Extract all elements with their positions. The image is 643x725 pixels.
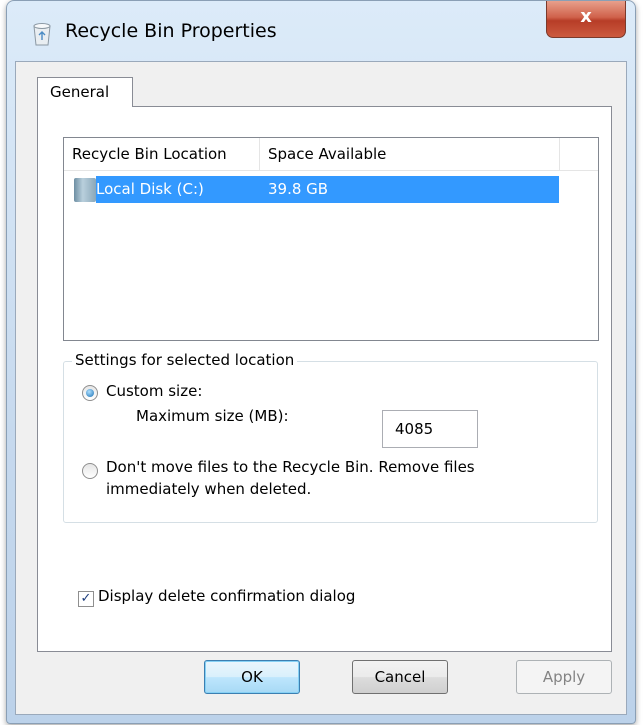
max-size-input[interactable] <box>382 410 478 448</box>
window-title: Recycle Bin Properties <box>65 20 277 42</box>
dialog-window: Recycle Bin Properties x General Recycle… <box>6 0 636 724</box>
settings-group-title: Settings for selected location <box>72 351 298 369</box>
location-list[interactable]: Recycle Bin Location Space Available Loc… <box>63 137 599 341</box>
hard-drive-icon <box>74 178 96 202</box>
list-header: Recycle Bin Location Space Available <box>64 138 598 171</box>
dialog-client-area: General Recycle Bin Location Space Avail… <box>15 61 627 715</box>
column-header-space[interactable]: Space Available <box>260 138 560 170</box>
confirm-delete-checkbox[interactable]: ✓ <box>78 591 94 607</box>
selected-row-highlight: Local Disk (C:) 39.8 GB <box>96 176 559 203</box>
list-item[interactable]: Local Disk (C:) 39.8 GB <box>66 176 559 203</box>
dont-move-radio[interactable] <box>82 463 98 479</box>
cancel-button[interactable]: Cancel <box>352 660 448 694</box>
dont-move-label-line1[interactable]: Don't move files to the Recycle Bin. Rem… <box>106 458 475 476</box>
dont-move-label-line2[interactable]: immediately when deleted. <box>106 480 311 498</box>
tab-general[interactable]: General <box>37 77 133 107</box>
custom-size-radio[interactable] <box>82 385 98 401</box>
apply-button[interactable]: Apply <box>516 660 612 694</box>
column-header-location[interactable]: Recycle Bin Location <box>64 138 260 170</box>
location-cell: Local Disk (C:) <box>96 180 204 198</box>
custom-size-label[interactable]: Custom size: <box>106 382 202 400</box>
space-cell: 39.8 GB <box>268 180 329 198</box>
max-size-label: Maximum size (MB): <box>136 407 289 425</box>
settings-group: Settings for selected location Custom si… <box>63 351 598 523</box>
recycle-bin-icon <box>33 23 51 46</box>
ok-button[interactable]: OK <box>204 660 300 694</box>
general-tab-page: Recycle Bin Location Space Available Loc… <box>37 106 612 652</box>
title-bar[interactable]: Recycle Bin Properties x <box>7 1 635 63</box>
confirm-delete-label[interactable]: Display delete confirmation dialog <box>98 587 355 605</box>
close-button[interactable]: x <box>546 1 626 38</box>
close-icon: x <box>580 6 592 27</box>
